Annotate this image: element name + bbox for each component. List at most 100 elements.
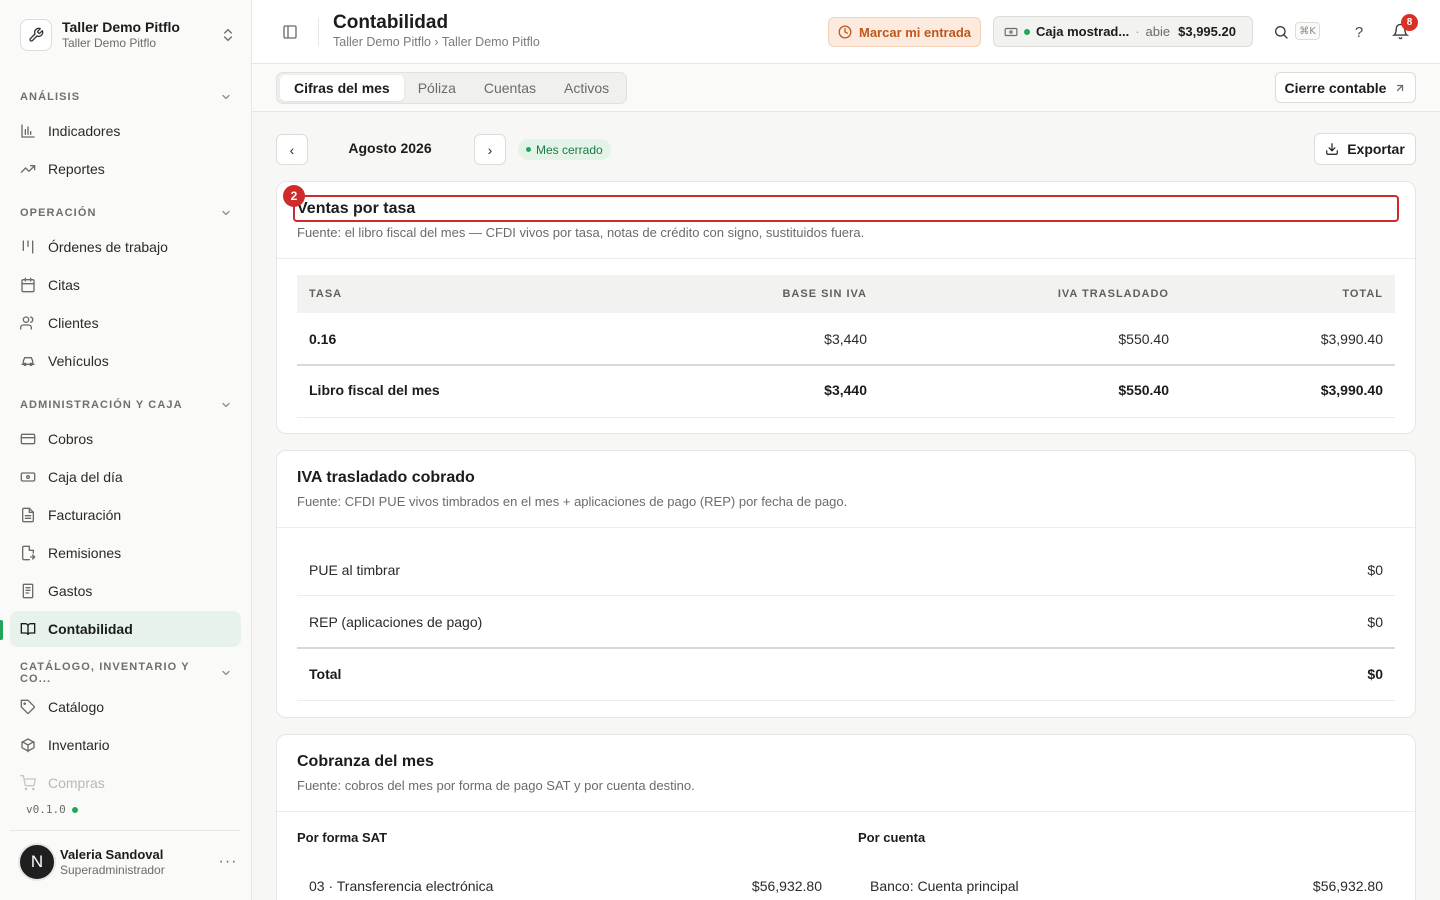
- by-form-title: Por forma SAT: [297, 830, 388, 845]
- sidebar-item-clientes[interactable]: Clientes: [10, 305, 241, 341]
- workspace-name: Taller Demo Pitflo: [62, 19, 180, 35]
- row-label: PUE al timbrar: [309, 562, 401, 578]
- sidebar-item-compras[interactable]: Compras: [10, 765, 241, 801]
- car-icon: [20, 353, 36, 369]
- tab-activos[interactable]: Activos: [550, 75, 623, 101]
- sidebar-item-gastos[interactable]: Gastos: [10, 573, 241, 609]
- kanban-icon: [20, 239, 36, 255]
- section-operacion[interactable]: OPERACIÓN: [20, 203, 232, 223]
- sidebar-item-label: Contabilidad: [48, 621, 133, 637]
- tabs: Cifras del mes Póliza Cuentas Activos: [276, 72, 628, 104]
- tab-poliza[interactable]: Póliza: [404, 75, 470, 101]
- section-label: OPERACIÓN: [20, 207, 97, 219]
- base-total: $3,440: [824, 382, 867, 398]
- grand-total: $3,990.40: [1320, 382, 1383, 398]
- divider: [277, 527, 1415, 528]
- cash-register-status: abie: [1145, 24, 1171, 39]
- sidebar-item-label: Indicadores: [48, 123, 121, 139]
- sidebar-item-citas[interactable]: Citas: [10, 267, 241, 303]
- month-label: Agosto 2026: [348, 140, 432, 156]
- sidebar-item-remisiones[interactable]: Remisiones: [10, 535, 241, 571]
- sidebar-item-cobros[interactable]: Cobros: [10, 421, 241, 457]
- sidebar-item-inventario[interactable]: Inventario: [10, 727, 241, 763]
- user-menu[interactable]: N Valeria Sandoval Superadministrador ··…: [18, 842, 240, 882]
- help-icon[interactable]: ?: [1349, 22, 1369, 42]
- sidebar-item-label: Caja del día: [48, 469, 123, 485]
- chevron-down-icon: [220, 667, 232, 679]
- workspace-subtitle: Taller Demo Pitflo: [62, 36, 157, 50]
- section-administracion[interactable]: ADMINISTRACIÓN Y CAJA: [20, 395, 232, 415]
- breadcrumb: Taller Demo Pitflo › Taller Demo Pitflo: [333, 35, 540, 49]
- column-header: TOTAL: [1342, 288, 1383, 300]
- user-role: Superadministrador: [60, 862, 165, 877]
- wrench-icon: [20, 19, 52, 51]
- prev-month-button[interactable]: ‹: [276, 134, 308, 165]
- iva-total: $550.40: [1118, 382, 1169, 398]
- section-catalogo[interactable]: CATÁLOGO, INVENTARIO Y CO...: [20, 661, 232, 685]
- trending-up-icon: [20, 161, 36, 177]
- version-label: v0.1.0: [26, 803, 66, 816]
- tab-cifras-del-mes[interactable]: Cifras del mes: [280, 75, 404, 101]
- tab-bar: Cifras del mes Póliza Cuentas Activos Ci…: [252, 64, 1440, 112]
- cash-register-selector[interactable]: Caja mostrad... · abie $3,995.20: [993, 16, 1253, 47]
- sidebar-item-contabilidad[interactable]: Contabilidad: [10, 611, 241, 647]
- column-header: IVA TRASLADADO: [1057, 288, 1169, 300]
- receipt-icon: [20, 583, 36, 599]
- accounting-close-button[interactable]: Cierre contable: [1275, 72, 1416, 103]
- arrow-up-right-icon: [1394, 82, 1406, 94]
- search-icon[interactable]: [1273, 24, 1289, 40]
- cart-icon: [20, 775, 36, 791]
- column-header: TASA: [309, 288, 343, 300]
- sidebar-item-ordenes[interactable]: Órdenes de trabajo: [10, 229, 241, 265]
- tab-cuentas[interactable]: Cuentas: [470, 75, 550, 101]
- account-value: $56,932.80: [1312, 878, 1383, 894]
- chevron-down-icon: [220, 207, 232, 219]
- cash-register-name: Caja mostrad...: [1036, 24, 1130, 39]
- card-subtitle: Fuente: el libro fiscal del mes — CFDI v…: [297, 225, 865, 240]
- table-row: PUE al timbrar $0: [297, 544, 1395, 596]
- workspace-switcher[interactable]: Taller Demo Pitflo Taller Demo Pitflo: [20, 16, 236, 54]
- collections-card: Cobranza del mes Fuente: cobros del mes …: [276, 734, 1416, 900]
- section-analisis[interactable]: ANÁLISIS: [20, 87, 232, 107]
- file-text-icon: [20, 507, 36, 523]
- section-label: ADMINISTRACIÓN Y CAJA: [20, 399, 183, 411]
- calendar-icon: [20, 277, 36, 293]
- sidebar-item-label: Órdenes de trabajo: [48, 239, 168, 255]
- card-title: IVA trasladado cobrado: [297, 469, 475, 486]
- total-label: Total: [309, 666, 342, 682]
- payment-form-value: $56,932.80: [751, 878, 822, 894]
- box-icon: [20, 737, 36, 753]
- iva-cell: $550.40: [1118, 331, 1169, 347]
- card-subtitle: Fuente: cobros del mes por forma de pago…: [297, 778, 695, 793]
- highlight-number: 2: [283, 185, 305, 207]
- user-name: Valeria Sandoval: [60, 846, 164, 862]
- status-dot: [71, 806, 78, 813]
- status-dot: [526, 147, 531, 152]
- row-value: $0: [1367, 562, 1383, 578]
- total-cell: $3,990.40: [1320, 331, 1383, 347]
- divider: [277, 811, 1415, 812]
- clock-in-button[interactable]: Marcar mi entrada: [828, 17, 981, 47]
- export-label: Exportar: [1347, 141, 1405, 157]
- sidebar-item-facturacion[interactable]: Facturación: [10, 497, 241, 533]
- sidebar-item-reportes[interactable]: Reportes: [10, 151, 241, 187]
- sidebar-item-label: Cobros: [48, 431, 94, 447]
- sidebar-item-catalogo[interactable]: Catálogo: [10, 689, 241, 725]
- cash-register-amount: $3,995.20: [1178, 24, 1236, 39]
- sidebar-item-caja-del-dia[interactable]: Caja del día: [10, 459, 241, 495]
- sidebar-item-vehiculos[interactable]: Vehículos: [10, 343, 241, 379]
- status-badge: Mes cerrado: [518, 139, 611, 160]
- column-header: BASE SIN IVA: [782, 288, 867, 300]
- sidebar-item-indicadores[interactable]: Indicadores: [10, 113, 241, 149]
- status-dot: [1024, 28, 1030, 35]
- file-export-icon: [20, 545, 36, 561]
- app-version: v0.1.0: [26, 803, 78, 816]
- bar-chart-icon: [20, 123, 36, 139]
- sidebar-item-label: Remisiones: [48, 545, 122, 561]
- more-icon[interactable]: ···: [216, 850, 240, 874]
- next-month-button[interactable]: ›: [474, 134, 506, 165]
- export-button[interactable]: Exportar: [1314, 133, 1416, 165]
- banknote-icon: [1004, 25, 1018, 39]
- status-label: Mes cerrado: [536, 142, 603, 157]
- sidebar-toggle-icon[interactable]: [282, 24, 298, 40]
